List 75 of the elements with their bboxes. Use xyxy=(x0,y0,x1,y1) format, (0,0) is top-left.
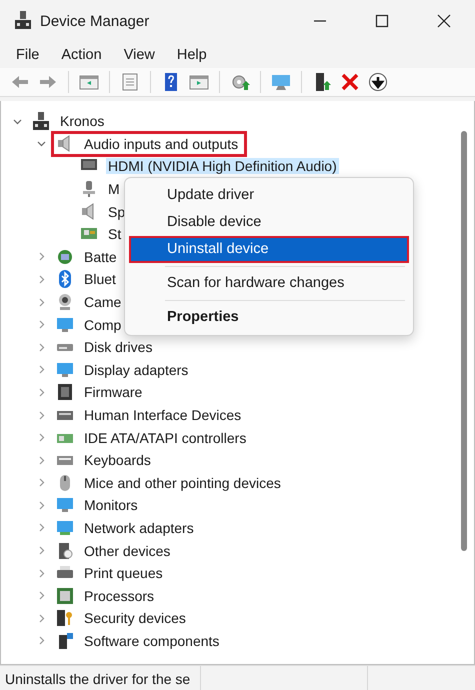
menu-item[interactable]: Action xyxy=(51,44,112,66)
status-text: Uninstalls the driver for the se xyxy=(4,670,190,686)
processor-icon xyxy=(56,586,74,605)
expand-chevron-icon[interactable] xyxy=(36,478,46,488)
expand-chevron-icon[interactable] xyxy=(36,410,46,420)
expand-chevron-icon[interactable] xyxy=(36,456,46,465)
window-title: Device Manager xyxy=(40,12,150,30)
tree-item[interactable]: Network adapters xyxy=(82,520,196,536)
tree-item[interactable]: Firmware xyxy=(82,384,144,400)
chip-icon xyxy=(56,383,74,402)
tree-item[interactable]: Security devices xyxy=(82,610,188,626)
expand-chevron-icon[interactable] xyxy=(36,636,46,646)
tree-item[interactable]: Display adapters xyxy=(82,362,190,378)
monitor-icon xyxy=(56,360,74,379)
tree-item[interactable]: Keyboards xyxy=(82,452,153,468)
expand-chevron-icon[interactable] xyxy=(36,591,46,600)
menu-item[interactable]: Help xyxy=(166,44,217,66)
expand-chevron-icon[interactable] xyxy=(36,252,46,262)
device-manager-icon xyxy=(14,11,32,31)
tree-item[interactable]: Monitors xyxy=(82,497,140,514)
network-icon xyxy=(56,518,74,537)
expand-chevron-icon[interactable] xyxy=(36,342,46,352)
expand-chevron-icon[interactable] xyxy=(36,523,46,532)
monitor-icon xyxy=(56,316,74,334)
tree-item[interactable]: Mice and other pointing devices xyxy=(82,474,283,491)
tree-item[interactable]: Disk drives xyxy=(82,339,154,356)
expand-chevron-icon[interactable] xyxy=(36,568,46,578)
maximize-icon xyxy=(375,14,389,28)
expand-chevron-icon[interactable] xyxy=(36,500,46,510)
properties-sheet-icon[interactable] xyxy=(120,72,140,92)
menu-item[interactable]: View xyxy=(114,44,165,66)
webcam-icon xyxy=(56,293,74,312)
close-icon xyxy=(437,14,451,28)
expand-chevron-icon[interactable] xyxy=(36,433,46,442)
menu-item[interactable]: Update driver xyxy=(129,182,409,209)
component-icon xyxy=(56,632,74,650)
tree-item[interactable]: Audio inputs and outputs xyxy=(82,136,240,152)
tree-item[interactable]: Processors xyxy=(82,588,156,604)
expand-chevron-icon[interactable] xyxy=(36,320,46,330)
monitor-icon xyxy=(56,496,74,514)
monitor-scan-icon[interactable] xyxy=(271,72,291,92)
computer-icon xyxy=(32,112,50,130)
collapse-chevron-icon[interactable] xyxy=(12,116,22,126)
tree-item[interactable]: Software components xyxy=(82,632,222,649)
uninstall-icon[interactable] xyxy=(340,72,360,92)
tree-item[interactable]: Bluet xyxy=(82,271,118,288)
expand-chevron-icon[interactable] xyxy=(36,614,46,623)
expand-chevron-icon[interactable] xyxy=(36,298,46,307)
tree-item[interactable]: Print queues xyxy=(82,565,165,582)
tree-item[interactable]: Comp xyxy=(82,316,124,333)
tree-item[interactable]: IDE ATA/ATAPI controllers xyxy=(82,430,248,446)
menu-item[interactable]: File xyxy=(6,44,50,66)
tree-item[interactable]: M xyxy=(106,181,122,198)
microphone-icon xyxy=(80,180,98,198)
expand-chevron-icon[interactable] xyxy=(36,546,46,556)
tree-item[interactable]: St xyxy=(106,226,124,242)
menu-item[interactable]: Properties xyxy=(129,304,409,331)
menu-item[interactable]: Disable device xyxy=(129,209,409,236)
key-icon xyxy=(56,609,74,628)
menu-item[interactable]: Scan for hardware changes xyxy=(129,270,409,297)
tree-item[interactable]: Kronos xyxy=(58,113,106,130)
collapse-chevron-icon[interactable] xyxy=(36,139,46,148)
menu-item[interactable]: Uninstall device xyxy=(129,236,409,263)
expand-chevron-icon[interactable] xyxy=(36,388,46,397)
tree-item[interactable]: Sp xyxy=(106,204,128,220)
expand-chevron-icon[interactable] xyxy=(36,365,46,374)
tree-item[interactable]: Human Interface Devices xyxy=(82,407,244,424)
scrollbar-thumb[interactable] xyxy=(461,131,467,551)
battery-icon xyxy=(56,248,74,266)
bluetooth-icon xyxy=(56,270,74,288)
expand-chevron-icon[interactable] xyxy=(36,274,46,284)
tree-item[interactable]: Other devices xyxy=(82,542,172,559)
tree-item[interactable]: HDMI (NVIDIA High Definition Audio) xyxy=(106,158,339,174)
tree-item[interactable]: Batte xyxy=(82,248,119,265)
tree-item[interactable]: Came xyxy=(82,294,124,310)
